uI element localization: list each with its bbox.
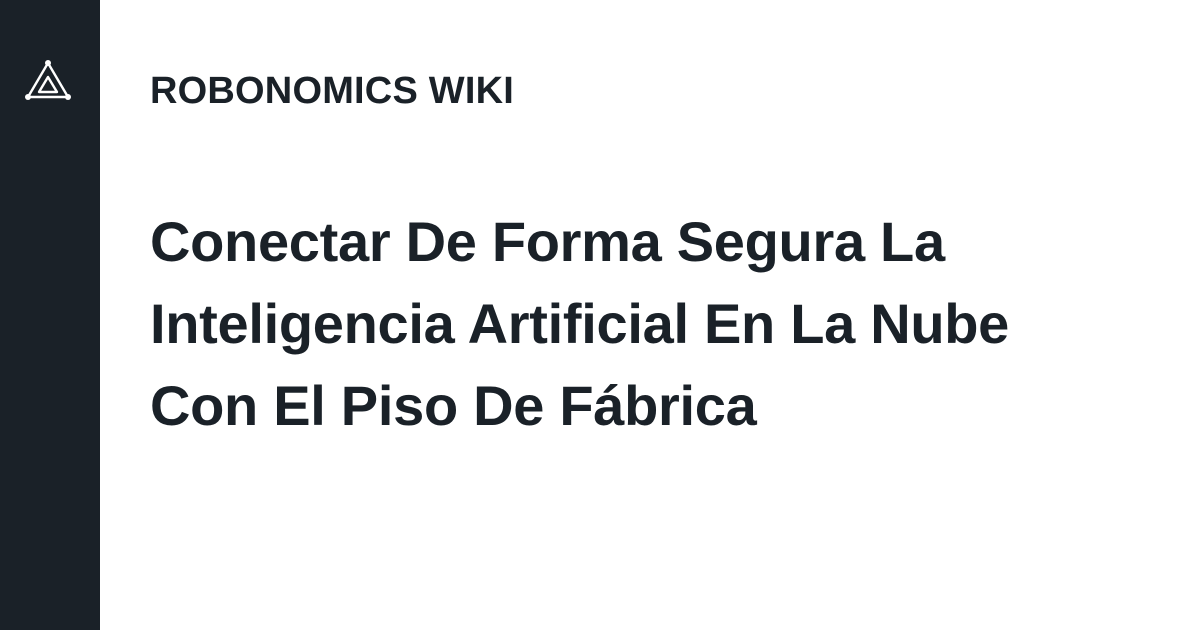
main-content: ROBONOMICS WIKI Conectar De Forma Segura… [100,0,1200,630]
robonomics-logo-icon [24,58,72,104]
site-name: ROBONOMICS WIKI [150,70,514,112]
sidebar [0,0,100,630]
social-share-card: ROBONOMICS WIKI Conectar De Forma Segura… [0,0,1200,630]
page-title: Conectar De Forma Segura La Inteligencia… [150,210,1010,437]
